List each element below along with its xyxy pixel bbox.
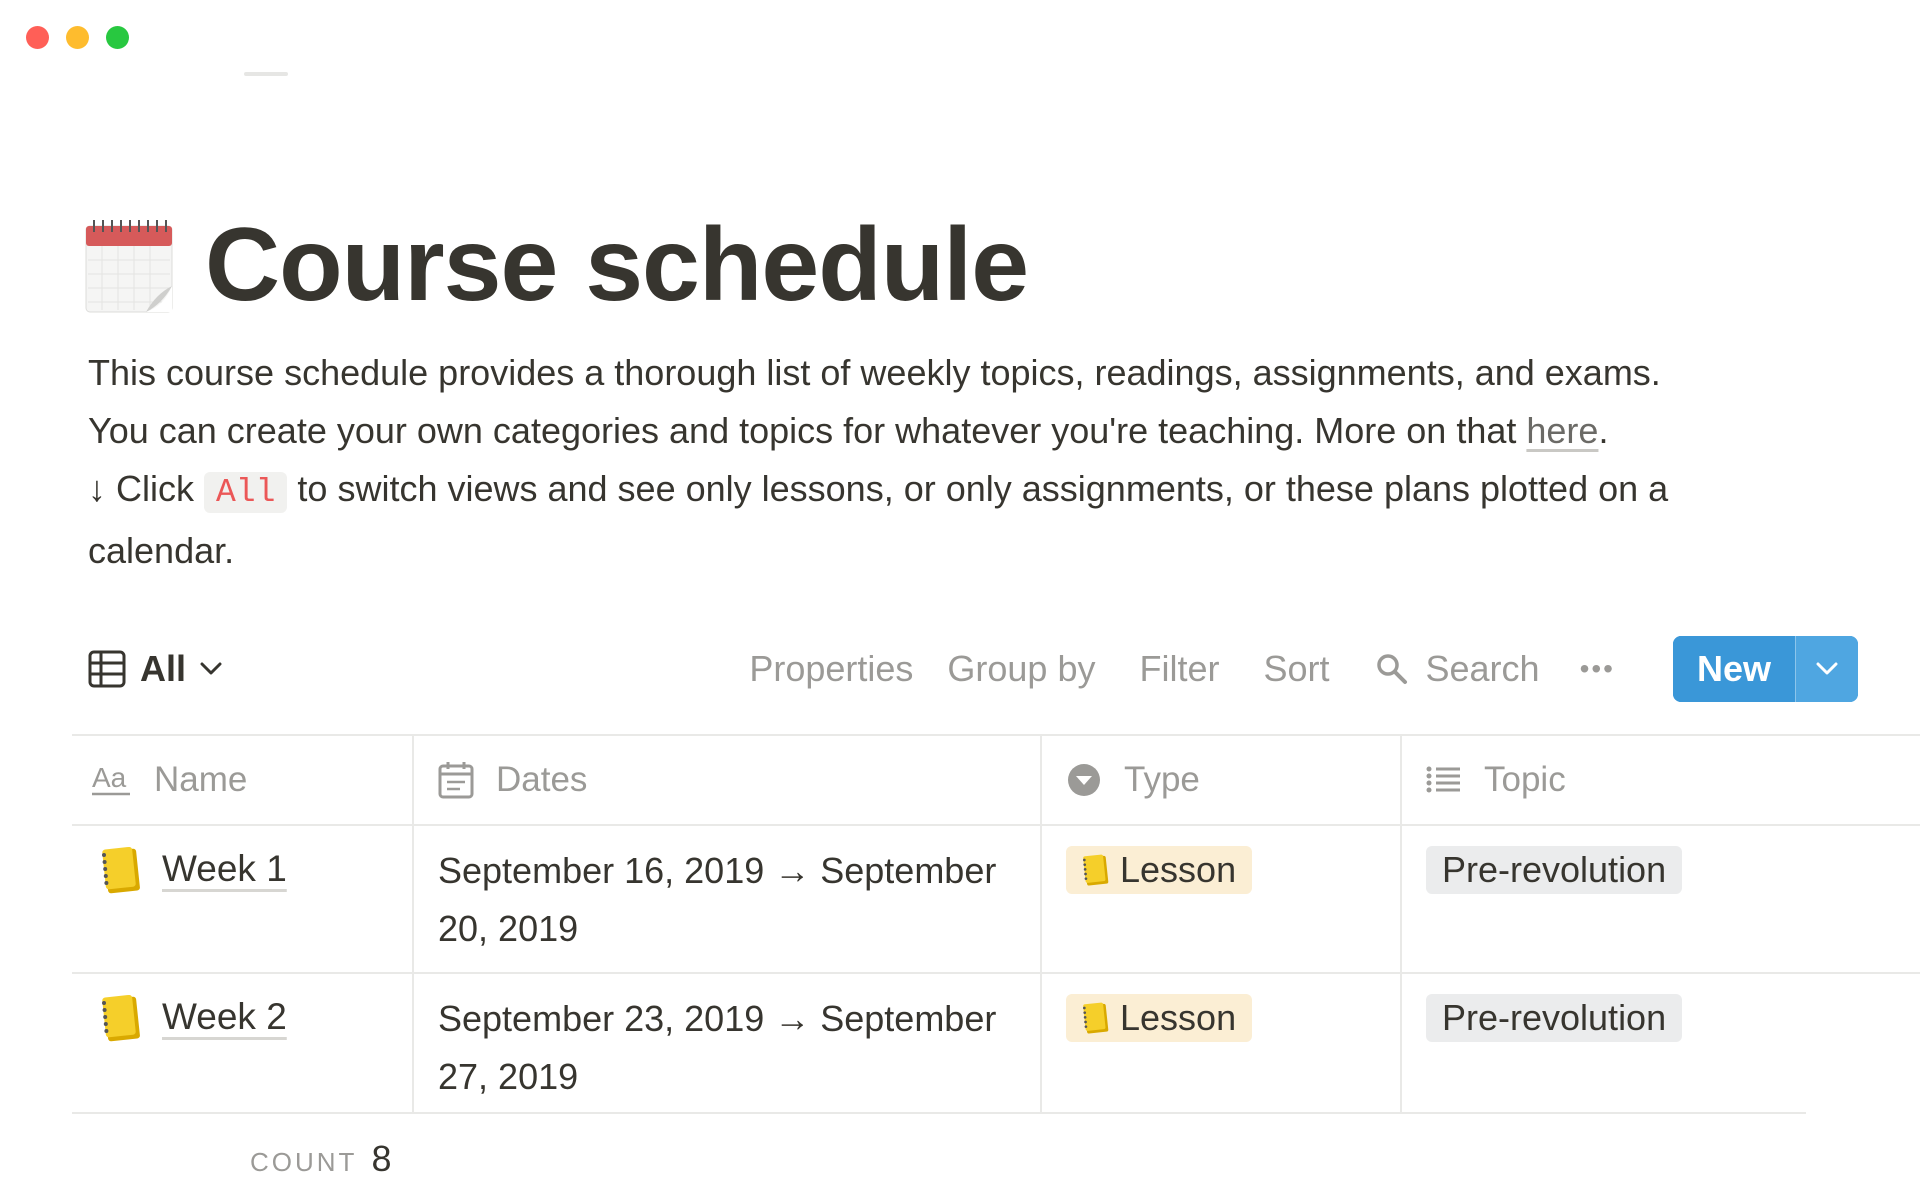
new-button[interactable]: New <box>1673 636 1795 702</box>
here-link[interactable]: here <box>1526 410 1598 451</box>
chevron-down-icon <box>1816 662 1838 676</box>
type-cell[interactable]: Lesson <box>1042 974 1402 1112</box>
notebook-icon <box>1080 1002 1110 1034</box>
type-cell[interactable]: Lesson <box>1042 826 1402 972</box>
column-label: Type <box>1124 760 1200 799</box>
count-value: 8 <box>371 1138 392 1179</box>
topic-tag: Pre-revolution <box>1426 994 1683 1042</box>
column-label: Dates <box>496 760 588 799</box>
table-icon <box>88 650 126 688</box>
description-text: You can create your own categories and t… <box>88 410 1527 451</box>
view-switcher[interactable]: All <box>88 648 222 690</box>
filter-button[interactable]: Filter <box>1139 648 1219 690</box>
group-by-button[interactable]: Group by <box>947 648 1095 690</box>
topic-tag: Pre-revolution <box>1426 846 1683 894</box>
more-options-button[interactable]: ••• <box>1580 653 1615 685</box>
page-title[interactable]: Course schedule <box>205 205 1029 325</box>
list-icon <box>1426 765 1462 795</box>
column-header-name[interactable]: Aa Name <box>72 736 414 824</box>
window-controls <box>26 26 129 49</box>
search-button[interactable]: Search <box>1376 648 1540 690</box>
search-label: Search <box>1425 648 1540 689</box>
row-name[interactable]: Week 2 <box>162 994 287 1040</box>
column-label: Topic <box>1484 760 1566 799</box>
description-text: ↓ Click <box>88 468 204 509</box>
notebook-icon <box>98 994 142 1042</box>
description-line: You can create your own categories and t… <box>88 402 1748 460</box>
database-toolbar: All Properties Group by Filter Sort Sear… <box>88 636 1858 708</box>
tear-off-calendar-icon[interactable] <box>84 214 174 314</box>
column-header-type[interactable]: Type <box>1042 736 1402 824</box>
topic-cell[interactable]: Pre-revolution <box>1402 974 1920 1112</box>
description-text: to switch views and see only lessons, or… <box>88 468 1669 571</box>
new-button-group: New <box>1673 636 1858 702</box>
column-header-topic[interactable]: Topic <box>1402 736 1920 824</box>
table-bottom-border <box>72 1112 1806 1114</box>
notebook-icon <box>98 846 142 894</box>
dates-cell[interactable]: September 16, 2019 → September 20, 2019 <box>414 826 1042 972</box>
chevron-down-icon <box>200 662 222 676</box>
app-window: Course schedule This course schedule pro… <box>0 0 1920 1200</box>
zoom-window-button[interactable] <box>106 26 129 49</box>
search-icon <box>1376 653 1408 685</box>
table-header-row: Aa Name Dates Type Topic <box>72 734 1920 826</box>
page-description: This course schedule provides a thorough… <box>88 344 1748 580</box>
name-cell[interactable]: Week 2 <box>72 974 414 1112</box>
view-name: All <box>140 648 187 689</box>
table-row[interactable]: Week 2 September 23, 2019 → September 27… <box>72 974 1920 1112</box>
description-line: ↓ Click All to switch views and see only… <box>88 460 1748 580</box>
calendar-icon <box>438 761 474 799</box>
select-chevron-icon <box>1066 762 1102 798</box>
type-tag: Lesson <box>1066 846 1253 894</box>
svg-text:Aa: Aa <box>92 763 127 793</box>
column-header-dates[interactable]: Dates <box>414 736 1042 824</box>
cover-edge <box>244 72 288 76</box>
table-count[interactable]: COUNT 8 <box>250 1138 391 1180</box>
dates-cell[interactable]: September 23, 2019 → September 27, 2019 <box>414 974 1042 1112</box>
row-name[interactable]: Week 1 <box>162 846 287 892</box>
inline-code-all: All <box>204 472 288 513</box>
topic-cell[interactable]: Pre-revolution <box>1402 826 1920 972</box>
properties-button[interactable]: Properties <box>749 648 913 690</box>
notebook-icon <box>1080 854 1110 886</box>
minimize-window-button[interactable] <box>66 26 89 49</box>
description-line: This course schedule provides a thorough… <box>88 344 1748 402</box>
column-label: Name <box>154 760 248 799</box>
name-cell[interactable]: Week 1 <box>72 826 414 972</box>
description-text: . <box>1598 410 1609 451</box>
count-label: COUNT <box>250 1147 358 1177</box>
new-dropdown-button[interactable] <box>1795 636 1858 702</box>
description-text: This course schedule provides a thorough… <box>88 352 1661 393</box>
sort-button[interactable]: Sort <box>1263 648 1329 690</box>
database-table: Aa Name Dates Type Topic Week 1 Septembe… <box>72 734 1920 1112</box>
text-aa-icon: Aa <box>92 763 132 797</box>
table-row[interactable]: Week 1 September 16, 2019 → September 20… <box>72 826 1920 974</box>
type-label: Lesson <box>1120 849 1237 890</box>
type-label: Lesson <box>1120 997 1237 1038</box>
close-window-button[interactable] <box>26 26 49 49</box>
toolbar-actions: Properties Group by Filter Sort Search •… <box>749 636 1858 702</box>
type-tag: Lesson <box>1066 994 1253 1042</box>
